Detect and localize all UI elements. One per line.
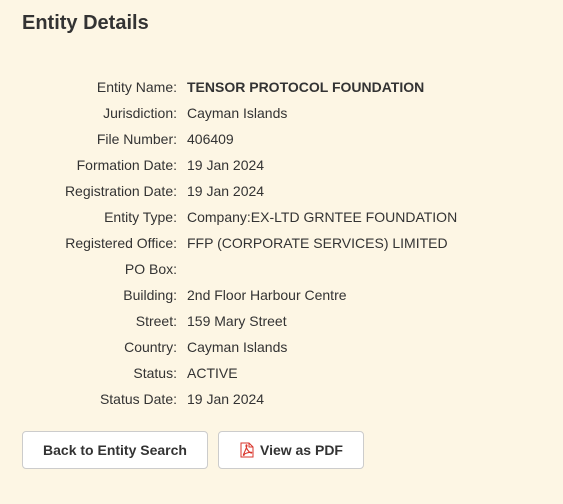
detail-row-jurisdiction: Jurisdiction: Cayman Islands (0, 100, 563, 126)
detail-row-entity-name: Entity Name: TENSOR PROTOCOL FOUNDATION (0, 74, 563, 100)
action-bar: Back to Entity Search View as PDF (22, 431, 364, 469)
detail-value: FFP (CORPORATE SERVICES) LIMITED (187, 235, 448, 251)
detail-value: Cayman Islands (187, 339, 288, 355)
back-to-entity-search-button[interactable]: Back to Entity Search (22, 431, 208, 469)
detail-label: Entity Name: (96, 79, 177, 95)
detail-row-registered-office: Registered Office: FFP (CORPORATE SERVIC… (0, 230, 563, 256)
detail-row-file-number: File Number: 406409 (0, 126, 563, 152)
pdf-icon (239, 442, 255, 458)
detail-row-country: Country: Cayman Islands (0, 334, 563, 360)
detail-value: 19 Jan 2024 (187, 391, 265, 407)
page-title: Entity Details (22, 12, 149, 34)
detail-label: File Number: (96, 131, 177, 147)
detail-label: Street: (135, 313, 177, 329)
detail-label: PO Box: (124, 261, 177, 277)
detail-value: TENSOR PROTOCOL FOUNDATION (187, 79, 425, 95)
detail-row-status-date: Status Date: 19 Jan 2024 (0, 386, 563, 412)
view-as-pdf-button[interactable]: View as PDF (218, 431, 364, 469)
detail-row-formation-date: Formation Date: 19 Jan 2024 (0, 152, 563, 178)
detail-row-building: Building: 2nd Floor Harbour Centre (0, 282, 563, 308)
detail-label: Formation Date: (76, 157, 177, 173)
detail-value: Company:EX-LTD GRNTEE FOUNDATION (187, 209, 458, 225)
detail-label: Country: (124, 339, 177, 355)
detail-row-status: Status: ACTIVE (0, 360, 563, 386)
detail-row-street: Street: 159 Mary Street (0, 308, 563, 334)
back-button-label: Back to Entity Search (43, 442, 187, 458)
detail-label: Building: (123, 287, 177, 303)
detail-value: Cayman Islands (187, 105, 288, 121)
detail-value: 406409 (187, 131, 234, 147)
detail-row-po-box: PO Box: (0, 256, 563, 282)
detail-value: 2nd Floor Harbour Centre (187, 287, 347, 303)
entity-details-list: Entity Name: TENSOR PROTOCOL FOUNDATION … (0, 74, 563, 412)
pdf-button-label: View as PDF (259, 442, 343, 458)
detail-value: ACTIVE (187, 365, 238, 381)
detail-label: Registered Office: (65, 235, 177, 251)
detail-row-entity-type: Entity Type: Company:EX-LTD GRNTEE FOUND… (0, 204, 563, 230)
detail-label: Registration Date: (64, 183, 177, 199)
detail-value: 159 Mary Street (187, 313, 287, 329)
detail-label: Status: (133, 365, 177, 381)
detail-value: 19 Jan 2024 (187, 183, 265, 199)
detail-label: Jurisdiction: (103, 105, 177, 121)
detail-label: Status Date: (99, 391, 177, 407)
detail-label: Entity Type: (104, 209, 177, 225)
detail-value: 19 Jan 2024 (187, 157, 265, 173)
detail-row-registration-date: Registration Date: 19 Jan 2024 (0, 178, 563, 204)
